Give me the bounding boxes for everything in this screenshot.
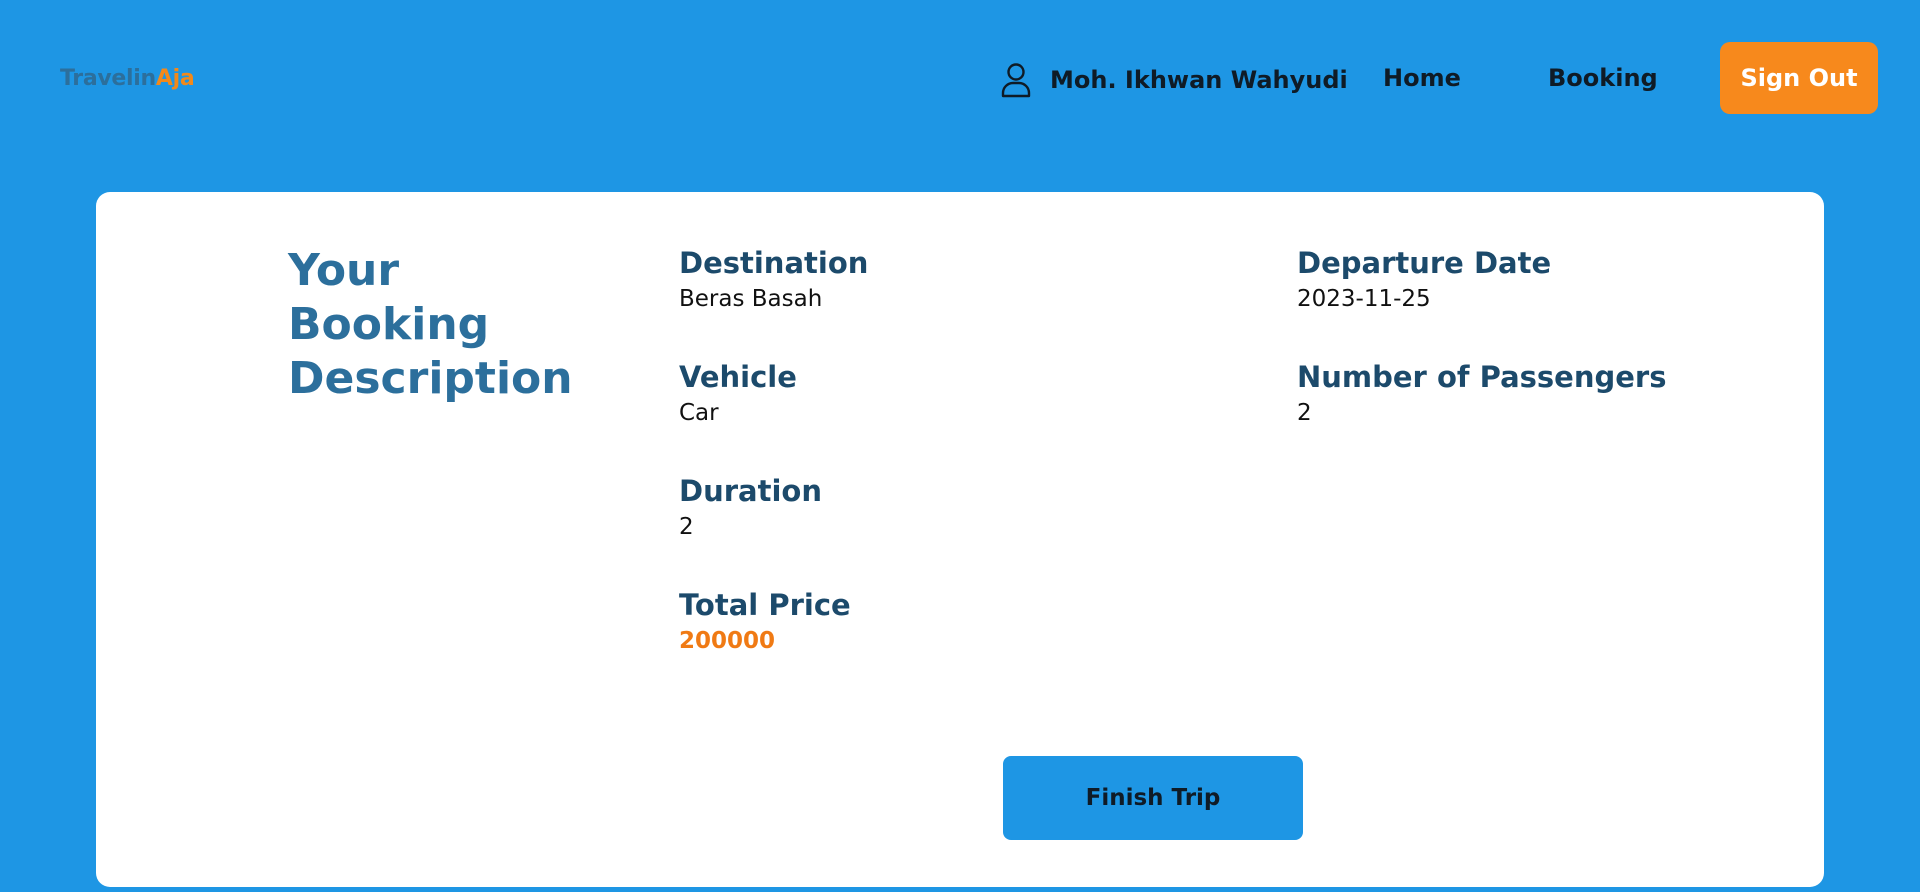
user-profile[interactable]: Moh. Ikhwan Wahyudi xyxy=(1000,60,1348,100)
brand-logo[interactable]: TravelinAja xyxy=(60,66,195,91)
field-duration: Duration 2 xyxy=(679,472,822,542)
user-icon xyxy=(1000,62,1032,98)
finish-trip-button[interactable]: Finish Trip xyxy=(1003,756,1303,840)
field-vehicle: Vehicle Car xyxy=(679,358,797,428)
field-destination: Destination Beras Basah xyxy=(679,244,868,314)
brand-name-part1: Travelin xyxy=(60,66,156,91)
field-value: 2 xyxy=(1297,400,1312,426)
field-total-price: Total Price 200000 xyxy=(679,586,851,656)
field-value: 2023-11-25 xyxy=(1297,286,1431,312)
nav-booking-link[interactable]: Booking xyxy=(1548,64,1658,92)
field-value: Beras Basah xyxy=(679,286,823,312)
navbar: TravelinAja Moh. Ikhwan Wahyudi Home Boo… xyxy=(0,0,1920,160)
field-label: Departure Date xyxy=(1297,246,1552,280)
field-value: 2 xyxy=(679,514,694,540)
field-label: Destination xyxy=(679,246,869,280)
field-label: Total Price xyxy=(679,588,851,622)
field-label: Duration xyxy=(679,474,822,508)
field-label: Vehicle xyxy=(679,360,797,394)
field-departure-date: Departure Date 2023-11-25 xyxy=(1297,244,1551,314)
field-number-of-passengers: Number of Passengers 2 xyxy=(1297,358,1666,428)
booking-card: Your Booking Description Destination Ber… xyxy=(96,192,1824,887)
page-title: Your Booking Description xyxy=(288,245,573,404)
nav-home-link[interactable]: Home xyxy=(1383,64,1461,92)
brand-name-part2: Aja xyxy=(155,66,195,91)
field-value: Car xyxy=(679,400,719,426)
total-price-value: 200000 xyxy=(679,628,776,654)
sign-out-button[interactable]: Sign Out xyxy=(1720,42,1878,114)
user-name: Moh. Ikhwan Wahyudi xyxy=(1050,66,1348,94)
field-label: Number of Passengers xyxy=(1297,360,1667,394)
